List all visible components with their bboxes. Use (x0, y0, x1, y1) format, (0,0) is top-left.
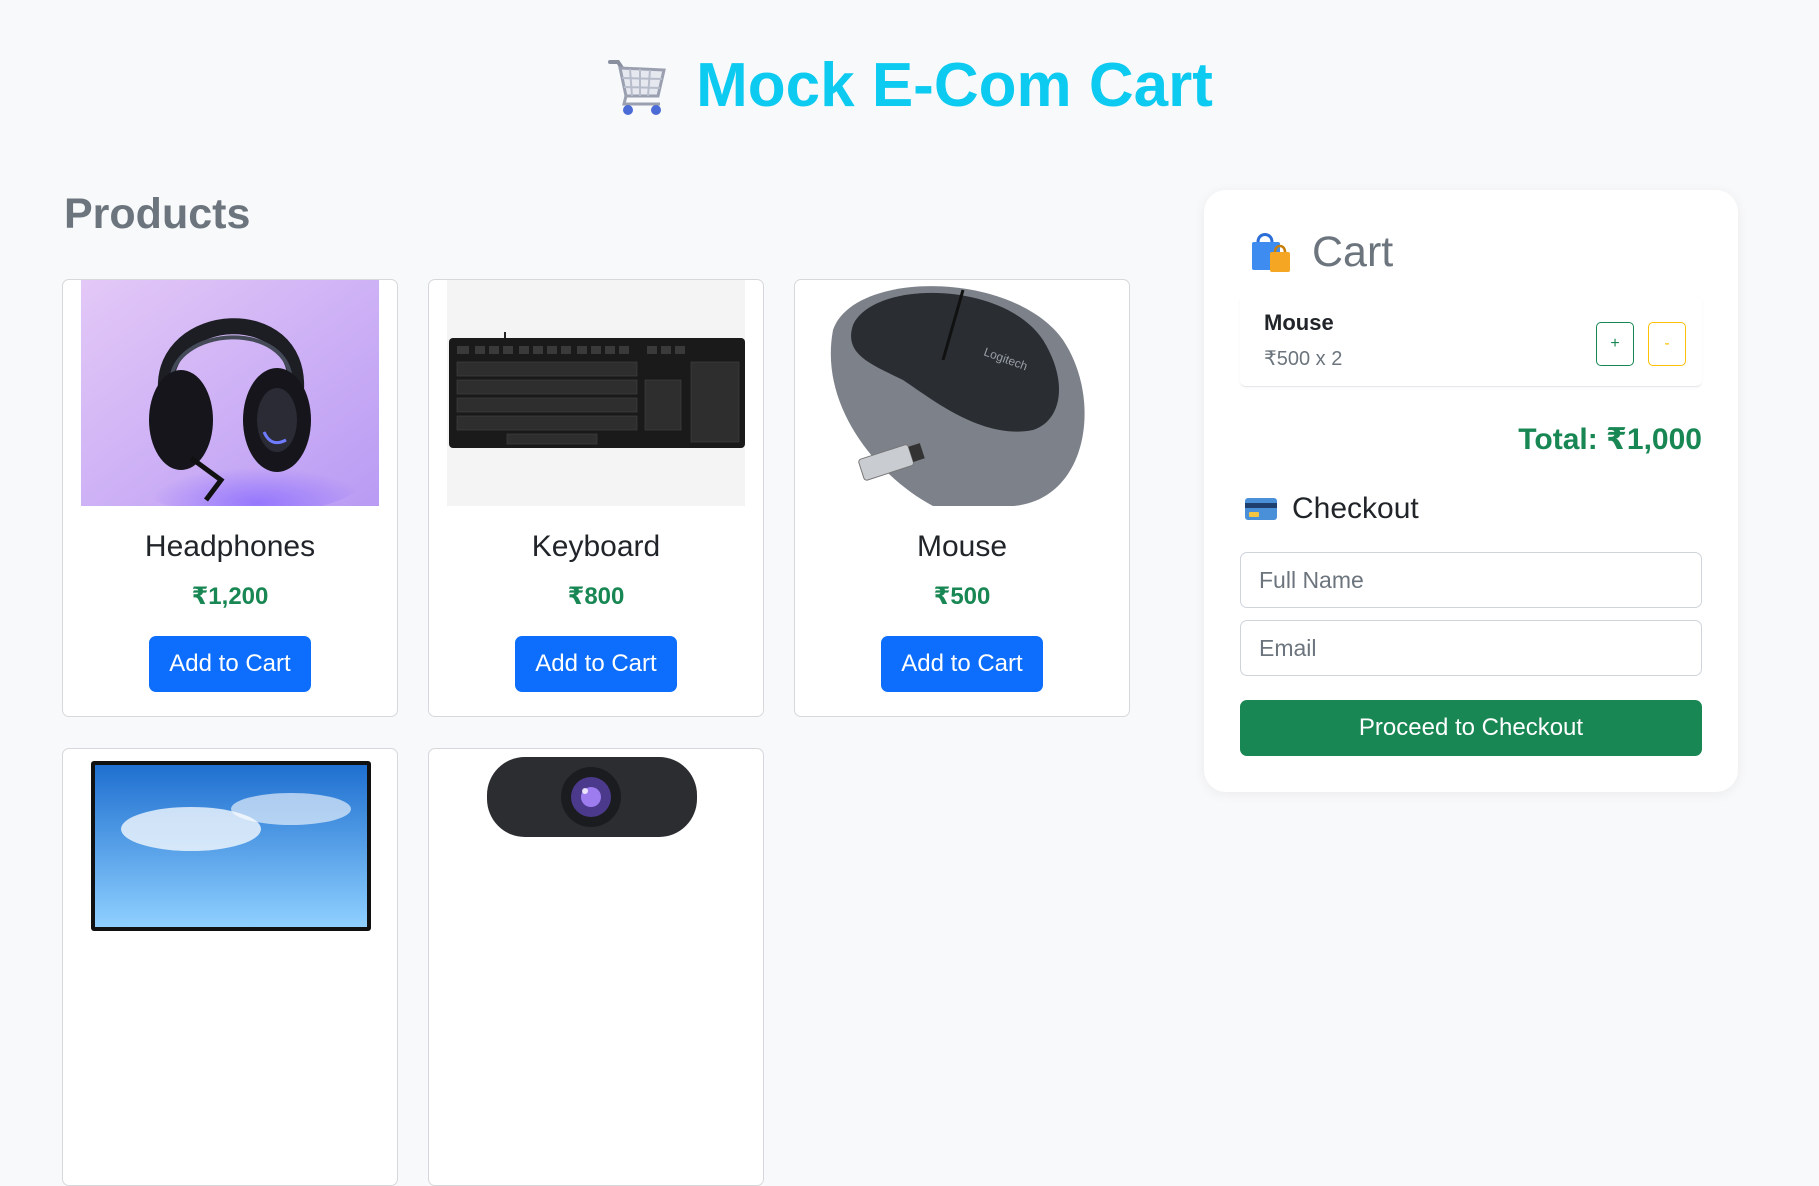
cart-title: Cart (1312, 228, 1394, 276)
product-name: Headphones (144, 530, 316, 563)
add-to-cart-button-keyboard[interactable]: Add to Cart (515, 636, 677, 692)
email-input[interactable] (1240, 620, 1702, 676)
checkout-title: Checkout (1292, 492, 1419, 525)
product-image-mouse: Logitech (813, 280, 1111, 506)
product-price: ₹1,200 (191, 583, 269, 610)
add-to-cart-button-headphones[interactable]: Add to Cart (149, 636, 311, 692)
product-image-webcam (447, 749, 745, 975)
shopping-cart-icon (608, 59, 666, 115)
page-header: Mock E-Com Cart (0, 50, 1819, 121)
product-name: Keyboard (531, 530, 661, 563)
cart-item-name: Mouse (1264, 310, 1334, 335)
product-price: ₹500 (933, 583, 991, 610)
checkout-header: Checkout (1244, 492, 1419, 526)
increase-quantity-button[interactable]: + (1596, 322, 1634, 366)
product-card-mouse: Logitech Mouse ₹500 Add to Cart (794, 279, 1130, 717)
product-card-keyboard: Keyboard ₹800 Add to Cart (428, 279, 764, 717)
product-image-monitor (81, 749, 379, 975)
cart-header: Cart (1248, 228, 1393, 277)
product-image-keyboard (447, 280, 745, 506)
decrease-quantity-button[interactable]: - (1648, 322, 1686, 366)
add-to-cart-button-mouse[interactable]: Add to Cart (881, 636, 1043, 692)
product-card-monitor (62, 748, 398, 1186)
product-card-webcam (428, 748, 764, 1186)
shopping-bags-icon (1252, 232, 1290, 272)
cart-item-price-qty: ₹500 x 2 (1264, 348, 1343, 370)
proceed-to-checkout-button[interactable]: Proceed to Checkout (1240, 700, 1702, 756)
cart-total: Total: ₹1,000 (1518, 423, 1702, 456)
cart-item: Mouse ₹500 x 2 + - (1240, 298, 1702, 387)
cart-panel: Cart Mouse ₹500 x 2 + - Total: ₹1,000 Ch… (1204, 190, 1738, 792)
product-card-headphones: Headphones ₹1,200 Add to Cart (62, 279, 398, 717)
full-name-input[interactable] (1240, 552, 1702, 608)
page-title: Mock E-Com Cart (696, 51, 1213, 120)
product-name: Mouse (916, 530, 1008, 563)
credit-card-icon (1245, 498, 1277, 520)
product-image-headphones (81, 280, 379, 506)
product-price: ₹800 (567, 583, 625, 610)
products-heading: Products (64, 190, 251, 238)
